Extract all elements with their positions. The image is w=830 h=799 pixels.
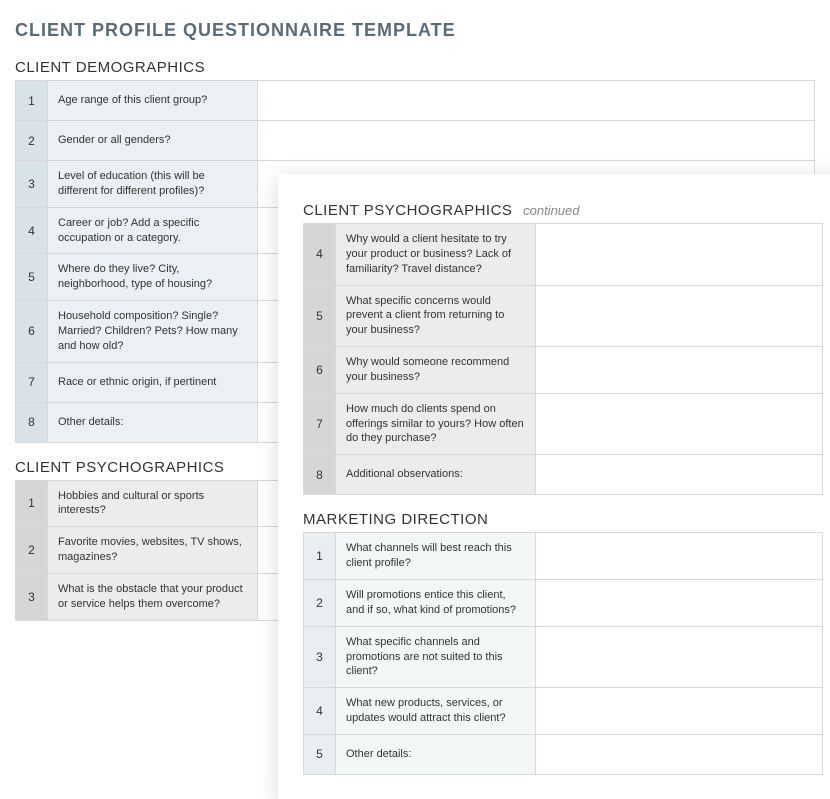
table-row: 1 Age range of this client group? — [16, 81, 815, 121]
row-number: 1 — [16, 480, 48, 527]
answer-cell[interactable] — [536, 393, 823, 455]
answer-cell[interactable] — [536, 688, 823, 735]
row-number: 8 — [304, 455, 336, 495]
answer-cell[interactable] — [536, 347, 823, 394]
row-number: 1 — [304, 533, 336, 580]
table-marketing: 1 What channels will best reach this cli… — [303, 532, 823, 775]
row-number: 6 — [16, 301, 48, 363]
answer-cell[interactable] — [536, 533, 823, 580]
answer-cell[interactable] — [536, 285, 823, 347]
question-cell: How much do clients spend on offerings s… — [336, 393, 536, 455]
question-cell: What specific concerns would prevent a c… — [336, 285, 536, 347]
answer-cell[interactable] — [258, 81, 815, 121]
question-cell: Household composition? Single? Married? … — [48, 301, 258, 363]
question-cell: Other details: — [48, 402, 258, 442]
page-2: CLIENT PSYCHOGRAPHICS continued 4 Why wo… — [278, 174, 830, 799]
table-row: 4 Why would a client hesitate to try you… — [304, 224, 823, 286]
question-cell: Career or job? Add a specific occupation… — [48, 207, 258, 254]
table-row: 4 What new products, services, or update… — [304, 688, 823, 735]
row-number: 3 — [16, 161, 48, 208]
row-number: 1 — [16, 81, 48, 121]
question-cell: What is the obstacle that your product o… — [48, 573, 258, 620]
row-number: 5 — [16, 254, 48, 301]
row-number: 8 — [16, 402, 48, 442]
answer-cell[interactable] — [536, 455, 823, 495]
table-row: 2 Will promotions entice this client, an… — [304, 579, 823, 626]
section-title-marketing: MARKETING DIRECTION — [303, 511, 823, 528]
row-number: 5 — [304, 285, 336, 347]
answer-cell[interactable] — [536, 734, 823, 774]
row-number: 5 — [304, 734, 336, 774]
question-cell: Why would someone recommend your busines… — [336, 347, 536, 394]
question-cell: Additional observations: — [336, 455, 536, 495]
row-number: 2 — [16, 121, 48, 161]
question-cell: Hobbies and cultural or sports interests… — [48, 480, 258, 527]
question-cell: Level of education (this will be differe… — [48, 161, 258, 208]
answer-cell[interactable] — [536, 626, 823, 688]
row-number: 6 — [304, 347, 336, 394]
row-number: 2 — [16, 527, 48, 574]
question-cell: What specific channels and promotions ar… — [336, 626, 536, 688]
question-cell: What new products, services, or updates … — [336, 688, 536, 735]
question-cell: Will promotions entice this client, and … — [336, 579, 536, 626]
table-row: 8 Additional observations: — [304, 455, 823, 495]
question-cell: Other details: — [336, 734, 536, 774]
row-number: 2 — [304, 579, 336, 626]
table-row: 6 Why would someone recommend your busin… — [304, 347, 823, 394]
question-cell: Gender or all genders? — [48, 121, 258, 161]
answer-cell[interactable] — [536, 224, 823, 286]
question-cell: Why would a client hesitate to try your … — [336, 224, 536, 286]
table-row: 3 What specific channels and promotions … — [304, 626, 823, 688]
row-number: 7 — [16, 362, 48, 402]
table-row: 5 Other details: — [304, 734, 823, 774]
continued-label: continued — [523, 203, 579, 218]
table-row: 1 What channels will best reach this cli… — [304, 533, 823, 580]
section-title-psychographics-continued: CLIENT PSYCHOGRAPHICS continued — [303, 202, 823, 219]
section-title-text: CLIENT PSYCHOGRAPHICS — [303, 202, 512, 219]
main-title: CLIENT PROFILE QUESTIONNAIRE TEMPLATE — [15, 20, 815, 41]
question-cell: What channels will best reach this clien… — [336, 533, 536, 580]
question-cell: Favorite movies, websites, TV shows, mag… — [48, 527, 258, 574]
table-row: 2 Gender or all genders? — [16, 121, 815, 161]
row-number: 4 — [304, 224, 336, 286]
row-number: 4 — [304, 688, 336, 735]
row-number: 3 — [16, 573, 48, 620]
question-cell: Race or ethnic origin, if pertinent — [48, 362, 258, 402]
row-number: 4 — [16, 207, 48, 254]
question-cell: Where do they live? City, neighborhood, … — [48, 254, 258, 301]
table-row: 5 What specific concerns would prevent a… — [304, 285, 823, 347]
answer-cell[interactable] — [536, 579, 823, 626]
table-psychographics-2: 4 Why would a client hesitate to try you… — [303, 223, 823, 495]
section-title-demographics: CLIENT DEMOGRAPHICS — [15, 59, 815, 76]
row-number: 7 — [304, 393, 336, 455]
row-number: 3 — [304, 626, 336, 688]
question-cell: Age range of this client group? — [48, 81, 258, 121]
answer-cell[interactable] — [258, 121, 815, 161]
table-row: 7 How much do clients spend on offerings… — [304, 393, 823, 455]
